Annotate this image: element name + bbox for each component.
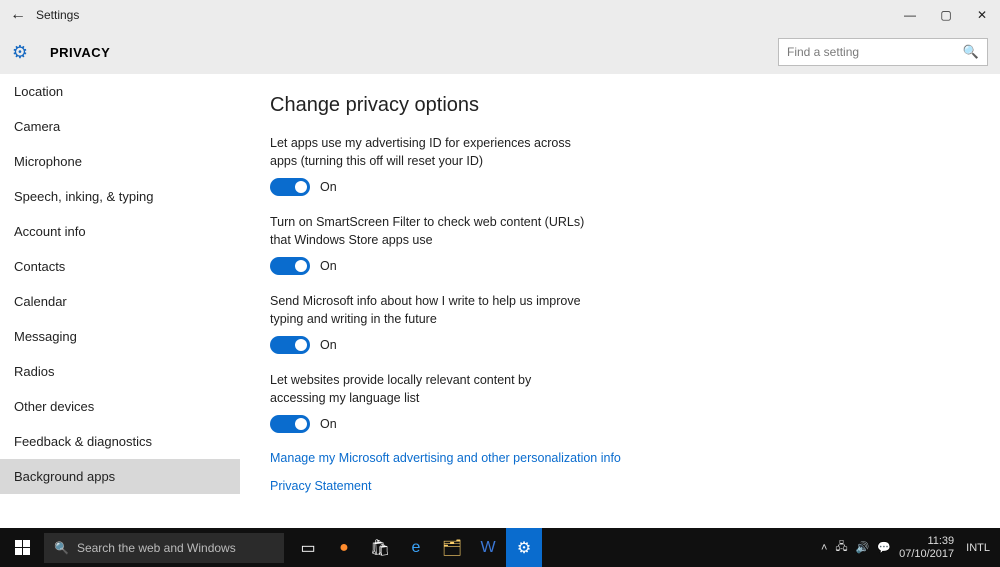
toggle-state: On <box>320 180 337 194</box>
back-button[interactable]: ← <box>0 6 36 24</box>
manage-advertising-link[interactable]: Manage my Microsoft advertising and othe… <box>270 451 970 465</box>
time-text: 11:39 <box>899 535 954 547</box>
sidebar-item-account-info[interactable]: Account info <box>0 214 240 249</box>
option-advertising-id: Let apps use my advertising ID for exper… <box>270 135 590 196</box>
gear-icon: ⚙ <box>0 42 40 63</box>
maximize-button[interactable]: ▢ <box>928 0 964 30</box>
toggle-advertising-id[interactable] <box>270 178 310 196</box>
edge-icon[interactable]: e <box>398 528 434 567</box>
start-button[interactable] <box>0 528 44 567</box>
sidebar-item-messaging[interactable]: Messaging <box>0 319 240 354</box>
sidebar-item-location[interactable]: Location <box>0 74 240 109</box>
settings-taskbar-icon[interactable]: ⚙ <box>506 528 542 567</box>
firefox-icon[interactable]: ● <box>326 528 362 567</box>
content-area: Change privacy options Let apps use my a… <box>240 74 1000 528</box>
privacy-statement-link[interactable]: Privacy Statement <box>270 479 970 493</box>
sidebar-item-camera[interactable]: Camera <box>0 109 240 144</box>
sidebar-item-calendar[interactable]: Calendar <box>0 284 240 319</box>
option-desc: Send Microsoft info about how I write to… <box>270 293 590 328</box>
sidebar-item-speech[interactable]: Speech, inking, & typing <box>0 179 240 214</box>
sidebar-item-feedback[interactable]: Feedback & diagnostics <box>0 424 240 459</box>
option-typing-info: Send Microsoft info about how I write to… <box>270 293 590 354</box>
sidebar-item-radios[interactable]: Radios <box>0 354 240 389</box>
system-tray[interactable]: ˄ 🖧 🔊 💬 11:39 07/10/2017 INTL <box>821 535 1000 559</box>
toggle-smartscreen[interactable] <box>270 257 310 275</box>
window-title: Settings <box>36 8 79 22</box>
sidebar-item-microphone[interactable]: Microphone <box>0 144 240 179</box>
search-icon: 🔍 <box>963 44 979 60</box>
task-view-button[interactable]: ▭ <box>290 528 326 567</box>
option-desc: Turn on SmartScreen Filter to check web … <box>270 214 590 249</box>
search-placeholder: Find a setting <box>787 45 859 59</box>
clock[interactable]: 11:39 07/10/2017 <box>899 535 954 559</box>
date-text: 07/10/2017 <box>899 548 954 560</box>
toggle-typing-info[interactable] <box>270 336 310 354</box>
body: Location Camera Microphone Speech, inkin… <box>0 74 1000 528</box>
store-icon[interactable]: 🛍 <box>362 528 398 567</box>
titlebar: ← Settings — ▢ ✕ <box>0 0 1000 30</box>
sidebar-item-other-devices[interactable]: Other devices <box>0 389 240 424</box>
taskbar-search[interactable]: 🔍 Search the web and Windows <box>44 533 284 563</box>
option-language-list: Let websites provide locally relevant co… <box>270 372 590 433</box>
option-desc: Let apps use my advertising ID for exper… <box>270 135 590 170</box>
settings-window: ← Settings — ▢ ✕ ⚙ PRIVACY Find a settin… <box>0 0 1000 528</box>
toggle-state: On <box>320 259 337 273</box>
volume-icon[interactable]: 🔊 <box>856 541 870 554</box>
chevron-up-icon[interactable]: ˄ <box>821 542 827 554</box>
search-input[interactable]: Find a setting 🔍 <box>778 38 988 66</box>
taskbar-search-placeholder: Search the web and Windows <box>77 541 236 555</box>
word-icon[interactable]: W <box>470 528 506 567</box>
taskbar-items: ▭ ● 🛍 e 🗂 W ⚙ <box>290 528 542 567</box>
minimize-button[interactable]: — <box>892 0 928 30</box>
content-heading: Change privacy options <box>270 94 970 117</box>
page-title: PRIVACY <box>50 45 110 60</box>
toggle-language-list[interactable] <box>270 415 310 433</box>
windows-logo-icon <box>15 540 30 555</box>
sidebar: Location Camera Microphone Speech, inkin… <box>0 74 240 528</box>
lang-text[interactable]: INTL <box>966 542 990 554</box>
toggle-state: On <box>320 338 337 352</box>
notifications-icon[interactable]: 💬 <box>877 541 891 554</box>
option-smartscreen: Turn on SmartScreen Filter to check web … <box>270 214 590 275</box>
toggle-state: On <box>320 417 337 431</box>
taskbar: 🔍 Search the web and Windows ▭ ● 🛍 e 🗂 W… <box>0 528 1000 567</box>
file-explorer-icon[interactable]: 🗂 <box>434 528 470 567</box>
search-icon: 🔍 <box>54 541 69 555</box>
network-icon[interactable]: 🖧 <box>835 538 847 557</box>
sidebar-item-background-apps[interactable]: Background apps <box>0 459 240 494</box>
close-button[interactable]: ✕ <box>964 0 1000 30</box>
sidebar-item-contacts[interactable]: Contacts <box>0 249 240 284</box>
header: ⚙ PRIVACY Find a setting 🔍 <box>0 30 1000 74</box>
option-desc: Let websites provide locally relevant co… <box>270 372 590 407</box>
